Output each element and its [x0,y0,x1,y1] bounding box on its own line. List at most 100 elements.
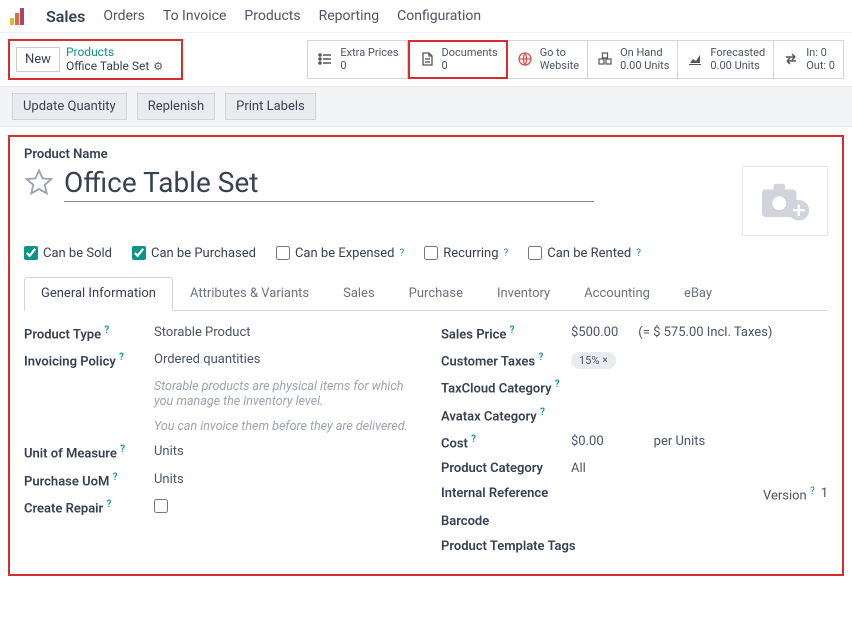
cost-value[interactable]: $0.00 [571,434,604,451]
version-value: 1 [821,486,828,503]
uom-value[interactable]: Units [154,444,411,461]
replenish-button[interactable]: Replenish [137,93,215,120]
invoicing-policy-value[interactable]: Ordered quantities [154,352,411,369]
help-icon[interactable]: ? [510,325,515,336]
avatax-value[interactable] [571,407,828,424]
sales-price-label: Sales Price ? [441,325,571,342]
purchase-uom-value[interactable]: Units [154,472,411,489]
transfer-icon [782,50,800,68]
can-be-rented[interactable]: Can be Rented ? [528,246,641,261]
product-name-input[interactable] [64,166,594,202]
create-repair-checkbox[interactable] [154,499,168,513]
app-icon [8,6,28,26]
help-text: You can invoice them before they are del… [154,419,411,434]
help-icon[interactable]: ? [540,407,545,418]
taxcloud-value[interactable] [571,379,828,396]
menu-products[interactable]: Products [244,8,300,24]
stat-value: 0 [442,59,498,72]
update-quantity-button[interactable]: Update Quantity [12,93,127,120]
favorite-star-icon[interactable] [24,168,54,198]
uom-label: Unit of Measure ? [24,444,154,461]
documents-highlight: Documents 0 [408,40,508,78]
boxes-icon [596,50,614,68]
recurring[interactable]: Recurring ? [424,246,508,261]
breadcrumb-parent[interactable]: Products [66,45,163,59]
help-icon[interactable]: ? [113,472,118,483]
purchase-uom-label: Purchase UoM ? [24,472,154,489]
template-tags-value[interactable] [611,539,828,554]
sales-price-incl: (= $ 575.00 Incl. Taxes) [638,325,772,342]
tab-ebay[interactable]: eBay [667,277,729,310]
help-icon[interactable]: ? [538,352,543,363]
product-type-value[interactable]: Storable Product [154,325,411,342]
template-tags-label: Product Template Tags [441,539,611,554]
can-be-purchased-checkbox[interactable] [132,246,146,260]
stat-value: 0.00 Units [710,59,765,72]
help-icon[interactable]: ? [555,379,560,390]
tab-sales[interactable]: Sales [326,277,392,310]
menu-reporting[interactable]: Reporting [319,8,380,24]
category-label: Product Category [441,461,571,476]
recurring-checkbox[interactable] [424,246,438,260]
cb-label: Can be Purchased [151,246,256,261]
stat-label: Go to [540,46,579,59]
gear-icon[interactable]: ⚙ [153,60,163,73]
internal-ref-label: Internal Reference [441,486,571,503]
stat-in: In: 0 [806,46,835,59]
help-icon[interactable]: ? [106,499,111,510]
can-be-rented-checkbox[interactable] [528,246,542,260]
help-icon[interactable]: ? [471,434,476,445]
help-icon[interactable]: ? [810,486,815,497]
cb-label: Recurring [443,246,498,261]
tab-inventory[interactable]: Inventory [480,277,567,310]
action-row: Update Quantity Replenish Print Labels [0,86,852,127]
menu-to-invoice[interactable]: To Invoice [163,8,227,24]
help-icon[interactable]: ? [636,248,641,259]
product-image-placeholder[interactable] [742,166,828,236]
new-button[interactable]: New [16,47,60,72]
stat-extra-prices[interactable]: Extra Prices 0 [307,40,407,78]
barcode-value[interactable] [571,514,828,529]
help-icon[interactable]: ? [119,352,124,363]
menu-configuration[interactable]: Configuration [397,8,481,24]
can-be-purchased[interactable]: Can be Purchased [132,246,256,261]
app-name[interactable]: Sales [46,7,85,26]
customer-taxes-label: Customer Taxes ? [441,352,571,369]
top-menu: Sales Orders To Invoice Products Reporti… [0,0,852,33]
cb-label: Can be Expensed [295,246,395,261]
close-icon[interactable]: × [602,355,607,366]
help-icon[interactable]: ? [120,444,125,455]
tax-badge[interactable]: 15% × [571,352,616,369]
create-repair-label: Create Repair ? [24,499,154,517]
help-icon[interactable]: ? [504,248,509,259]
can-be-sold-checkbox[interactable] [24,246,38,260]
tab-general-information[interactable]: General Information [24,277,173,311]
cb-label: Can be Sold [43,246,112,261]
stat-value: 0 [340,59,398,72]
tab-purchase[interactable]: Purchase [392,277,480,310]
stat-label: Documents [442,46,498,59]
menu-orders[interactable]: Orders [103,8,145,24]
print-labels-button[interactable]: Print Labels [225,93,316,120]
stat-out: Out: 0 [806,59,835,72]
help-icon[interactable]: ? [399,248,404,259]
stat-in-out[interactable]: In: 0 Out: 0 [774,40,844,78]
stat-documents[interactable]: Documents 0 [410,42,506,76]
can-be-sold[interactable]: Can be Sold [24,246,112,261]
stat-label: Extra Prices [340,46,398,59]
breadcrumb-box: New Products Office Table Set ⚙ [8,39,183,80]
stat-goto-website[interactable]: Go to Website [508,40,588,78]
can-be-expensed-checkbox[interactable] [276,246,290,260]
tab-accounting[interactable]: Accounting [567,277,667,310]
sales-price-value[interactable]: $500.00 [571,325,618,342]
chart-icon [686,50,704,68]
category-value[interactable]: All [571,461,828,476]
product-form: Product Name Can be Sold Can be Purchase… [8,135,844,576]
stat-forecasted[interactable]: Forecasted 0.00 Units [678,40,774,78]
can-be-expensed[interactable]: Can be Expensed ? [276,246,404,261]
cost-label: Cost ? [441,434,571,451]
stat-on-hand[interactable]: On Hand 0.00 Units [588,40,678,78]
help-icon[interactable]: ? [104,325,109,336]
stat-buttons: Extra Prices 0 Documents 0 [307,40,844,78]
tab-attributes-variants[interactable]: Attributes & Variants [173,277,326,310]
